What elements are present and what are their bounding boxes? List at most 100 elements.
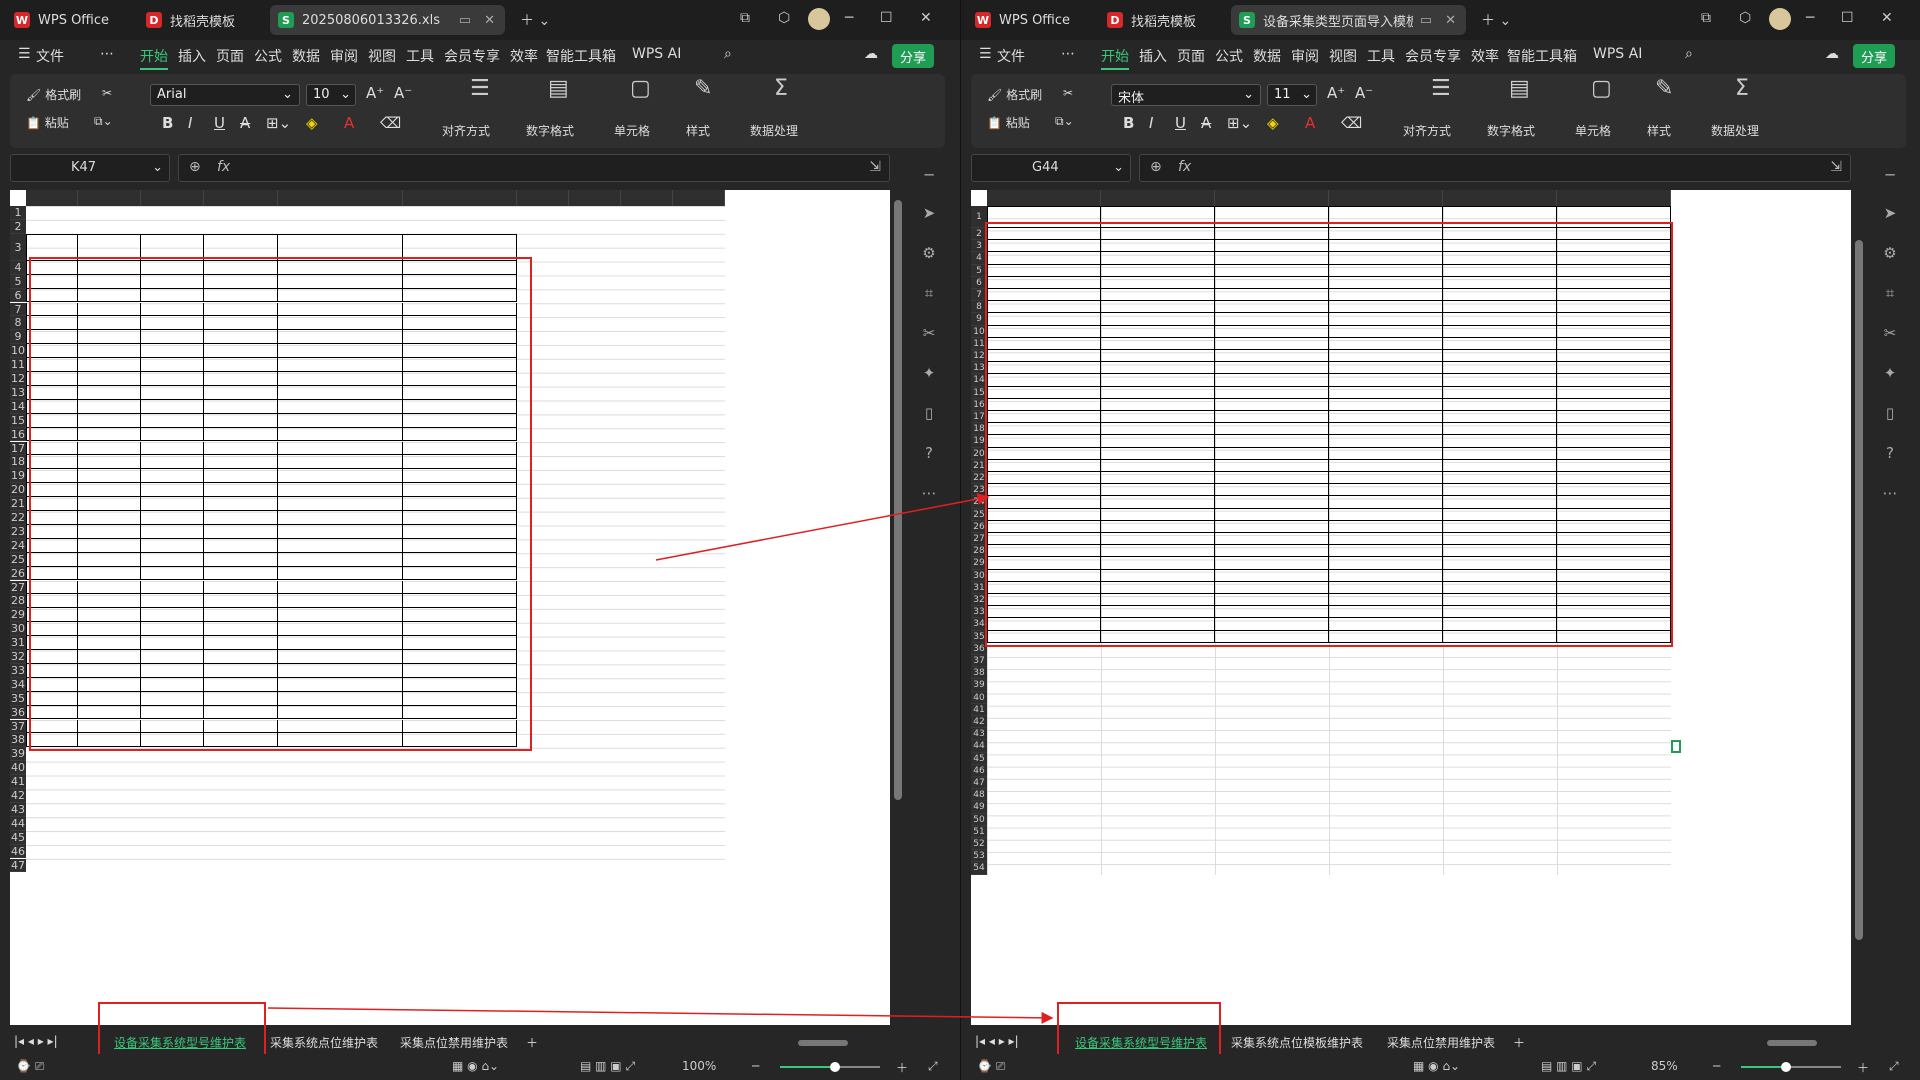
table-cell[interactable] xyxy=(26,733,78,748)
crop-icon[interactable]: ⌗ xyxy=(1881,284,1899,302)
table-header-cell[interactable] xyxy=(204,233,278,261)
table-cell[interactable] xyxy=(1215,606,1329,619)
table-cell[interactable] xyxy=(403,413,517,428)
table-cell[interactable] xyxy=(1443,423,1557,436)
table-cell[interactable] xyxy=(78,302,141,317)
table-cell[interactable] xyxy=(1329,423,1443,436)
table-cell[interactable] xyxy=(1101,325,1215,338)
table-cell[interactable] xyxy=(1443,411,1557,424)
table-cell[interactable] xyxy=(278,385,403,400)
table-cell[interactable] xyxy=(1329,520,1443,533)
expand-formula-icon[interactable]: ⇲ xyxy=(869,159,881,175)
cloud-icon[interactable]: ☁ xyxy=(1825,46,1839,62)
table-cell[interactable] xyxy=(26,483,78,498)
table-cell[interactable] xyxy=(26,691,78,706)
table-cell[interactable] xyxy=(141,622,204,637)
table-cell[interactable] xyxy=(141,372,204,386)
table-cell[interactable] xyxy=(1443,545,1557,558)
table-cell[interactable] xyxy=(141,316,204,331)
sum-icon[interactable]: Σ xyxy=(1735,76,1749,101)
table-cell[interactable] xyxy=(1101,447,1215,460)
filter-icon[interactable]: ⚙ xyxy=(1881,244,1899,262)
selected-cell[interactable] xyxy=(1671,740,1681,753)
table-cell[interactable] xyxy=(1443,362,1557,375)
spreadsheet-grid[interactable]: 1 2 3 4 5 6 7 8 9 10 11 12 13 14 15 16 17 18 19 20 21 22 23 24 2… xyxy=(10,190,890,1025)
font-grow-icon[interactable]: A⁺ xyxy=(1327,84,1345,102)
table-cell[interactable] xyxy=(78,511,141,525)
cells-icon[interactable]: ▢ xyxy=(1591,76,1612,101)
table-cell[interactable] xyxy=(1329,362,1443,375)
table-cell[interactable] xyxy=(141,358,204,372)
table-cell[interactable] xyxy=(141,691,204,706)
table-cell[interactable] xyxy=(403,385,517,400)
table-cell[interactable] xyxy=(1101,459,1215,472)
fx-icon[interactable]: fx xyxy=(217,159,230,175)
view-icons[interactable]: ▦ ◉ ⌂⌄ xyxy=(1413,1059,1460,1073)
table-cell[interactable] xyxy=(403,469,517,484)
table-cell[interactable] xyxy=(78,594,141,609)
table-cell[interactable] xyxy=(1215,508,1329,521)
maximize-icon[interactable]: ☐ xyxy=(880,10,893,26)
crop-icon[interactable]: ⌗ xyxy=(920,284,938,302)
align-button[interactable]: 对齐方式 xyxy=(1403,122,1451,139)
more-icon[interactable]: ⋯ xyxy=(1061,46,1075,62)
table-cell[interactable] xyxy=(141,344,204,359)
table-cell[interactable] xyxy=(1443,313,1557,326)
table-cell[interactable] xyxy=(141,608,204,623)
table-cell[interactable] xyxy=(78,441,141,456)
close-window-icon[interactable]: ✕ xyxy=(920,10,932,26)
table-cell[interactable] xyxy=(78,288,141,303)
cube-icon[interactable]: ⬡ xyxy=(778,10,790,26)
vertical-scrollbar[interactable] xyxy=(1851,190,1867,1025)
table-cell[interactable] xyxy=(1557,350,1671,363)
clear-icon[interactable]: ✂ xyxy=(1063,86,1073,100)
table-cell[interactable] xyxy=(141,511,204,525)
table-cell[interactable] xyxy=(1101,228,1215,241)
table-cell[interactable] xyxy=(987,557,1101,570)
table-cell[interactable] xyxy=(987,289,1101,302)
table-cell[interactable] xyxy=(278,483,403,498)
table-cell[interactable] xyxy=(278,511,403,525)
table-cell[interactable] xyxy=(1329,557,1443,570)
zoom-out-icon[interactable]: ─ xyxy=(1713,1059,1720,1073)
table-cell[interactable] xyxy=(1215,533,1329,546)
table-cell[interactable] xyxy=(1443,398,1557,411)
menu-icon[interactable]: ☰ xyxy=(979,46,992,62)
table-cell[interactable] xyxy=(204,483,278,498)
menu-review[interactable]: 审阅 xyxy=(330,46,358,66)
table-cell[interactable] xyxy=(1329,252,1443,265)
table-cell[interactable] xyxy=(1101,289,1215,302)
menu-member[interactable]: 会员专享 xyxy=(444,46,500,66)
table-cell[interactable] xyxy=(278,622,403,637)
table-cell[interactable] xyxy=(204,302,278,317)
vertical-scrollbar[interactable] xyxy=(890,190,906,1025)
table-cell[interactable] xyxy=(204,469,278,484)
close-window-icon[interactable]: ✕ xyxy=(1881,10,1893,26)
align-icon[interactable]: ☰ xyxy=(1431,76,1451,101)
table-cell[interactable] xyxy=(26,705,78,720)
table-cell[interactable] xyxy=(78,358,141,372)
tab-wps-office[interactable]: W WPS Office xyxy=(967,5,1095,35)
table-cell[interactable] xyxy=(1557,557,1671,570)
menu-member[interactable]: 会员专享 xyxy=(1405,46,1461,66)
table-cell[interactable] xyxy=(26,511,78,525)
table-cell[interactable] xyxy=(78,663,141,678)
table-cell[interactable] xyxy=(987,423,1101,436)
table-cell[interactable] xyxy=(1101,264,1215,277)
zoom-in-icon[interactable]: ＋ xyxy=(896,1059,908,1076)
table-cell[interactable] xyxy=(1329,496,1443,509)
zoom-handle[interactable] xyxy=(1781,1062,1791,1072)
table-cell[interactable] xyxy=(1557,581,1671,594)
number-format-button[interactable]: 数字格式 xyxy=(526,122,574,139)
styles-icon[interactable]: ✎ xyxy=(1655,76,1673,101)
table-cell[interactable] xyxy=(1557,374,1671,387)
zoom-handle[interactable] xyxy=(830,1062,840,1072)
table-cell[interactable] xyxy=(1329,459,1443,472)
table-cell[interactable] xyxy=(1101,435,1215,448)
table-cell[interactable] xyxy=(1101,301,1215,314)
search-icon[interactable]: ⌕ xyxy=(724,46,732,62)
table-cell[interactable] xyxy=(403,705,517,720)
number-format-icon[interactable]: ▤ xyxy=(548,76,569,101)
table-cell[interactable] xyxy=(26,399,78,414)
magic-icon[interactable]: ✦ xyxy=(1881,364,1899,382)
